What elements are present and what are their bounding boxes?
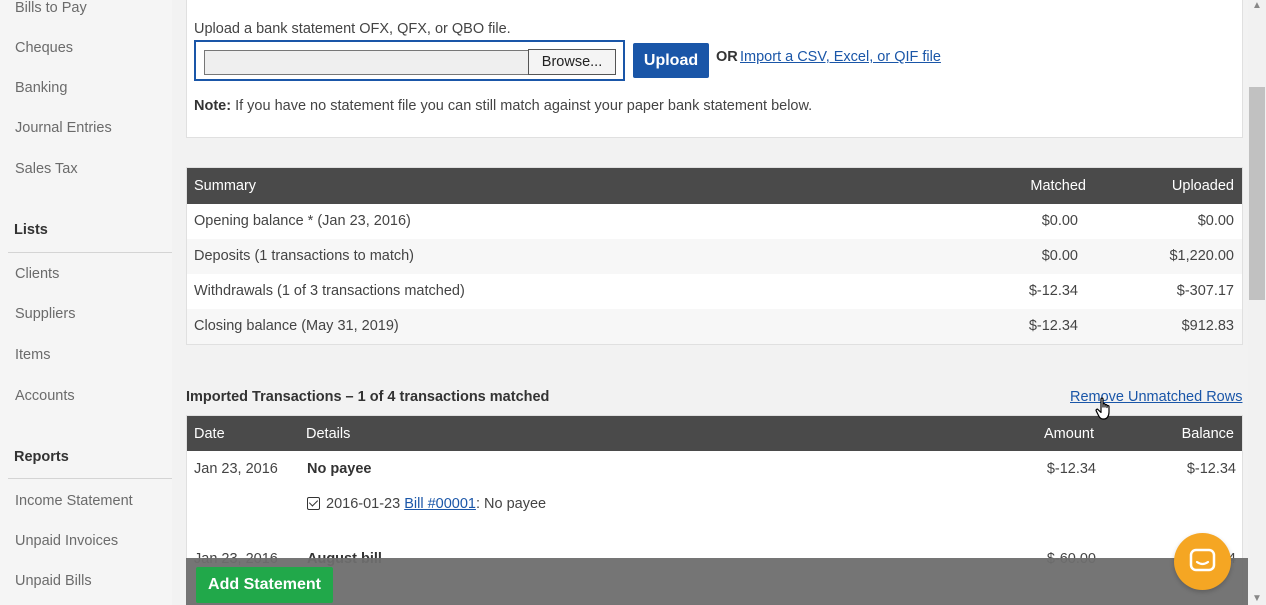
summary-row-label: Opening balance * (Jan 23, 2016) xyxy=(194,213,411,229)
hand-pointer-icon xyxy=(1095,397,1110,420)
summary-row-matched: $0.00 xyxy=(1041,213,1078,229)
summary-row-closing: Closing balance (May 31, 2019) $-12.34 $… xyxy=(187,309,1242,344)
transaction-payee: No payee xyxy=(307,461,372,477)
sidebar-item-journal-entries[interactable]: Journal Entries xyxy=(15,120,112,136)
note-label: Note: xyxy=(194,98,232,114)
bottom-action-bar xyxy=(186,558,1248,605)
file-path-field[interactable] xyxy=(204,50,529,75)
note-text: If you have no statement file you can st… xyxy=(231,98,813,114)
summary-row-deposits: Deposits (1 transactions to match) $0.00… xyxy=(187,239,1242,274)
summary-row-withdrawals: Withdrawals (1 of 3 transactions matched… xyxy=(187,274,1242,309)
chat-icon xyxy=(1189,548,1216,572)
chat-launcher-button[interactable] xyxy=(1174,533,1231,590)
balance-column-header: Balance xyxy=(1181,426,1234,442)
scroll-down-icon[interactable]: ▼ xyxy=(1250,593,1264,605)
scroll-up-icon[interactable]: ▲ xyxy=(1250,0,1264,12)
scrollbar-thumb[interactable] xyxy=(1249,87,1265,300)
details-column-header: Details xyxy=(306,426,351,442)
sidebar-item-clients[interactable]: Clients xyxy=(15,266,59,282)
sidebar-item-bills-to-pay[interactable]: Bills to Pay xyxy=(15,0,87,16)
summary-row-opening: Opening balance * (Jan 23, 2016) $0.00 $… xyxy=(187,204,1242,239)
uploaded-column-header: Uploaded xyxy=(1171,178,1234,194)
sidebar-item-suppliers[interactable]: Suppliers xyxy=(15,306,75,322)
summary-table: Summary Matched Uploaded Opening balance… xyxy=(186,167,1243,345)
matched-entry: 2016-01-23 Bill #00001: No payee xyxy=(326,496,546,512)
import-csv-link[interactable]: Import a CSV, Excel, or QIF file xyxy=(740,49,941,65)
sidebar-divider xyxy=(8,478,172,479)
summary-row-uploaded: $912.83 xyxy=(1181,318,1234,334)
matched-column-header: Matched xyxy=(1030,178,1086,194)
sidebar-item-items[interactable]: Items xyxy=(15,347,50,363)
sidebar-item-unpaid-invoices[interactable]: Unpaid Invoices xyxy=(15,533,118,549)
summary-row-uploaded: $0.00 xyxy=(1197,213,1234,229)
upload-button[interactable]: Upload xyxy=(633,43,709,78)
imported-transactions-title: Imported Transactions – 1 of 4 transacti… xyxy=(186,389,550,405)
sidebar-item-banking[interactable]: Banking xyxy=(15,80,67,96)
upload-instructions: Upload a bank statement OFX, QFX, or QBO… xyxy=(194,21,511,37)
summary-row-uploaded: $-307.17 xyxy=(1176,283,1234,299)
summary-row-matched: $0.00 xyxy=(1041,248,1078,264)
transaction-balance: $-12.34 xyxy=(1186,461,1236,477)
transactions-header-row: Date Details Amount Balance xyxy=(187,416,1242,451)
sidebar-item-cheques[interactable]: Cheques xyxy=(15,40,73,56)
upload-note: Note: If you have no statement file you … xyxy=(194,98,812,114)
bill-link[interactable]: Bill #00001 xyxy=(404,496,476,512)
summary-row-uploaded: $1,220.00 xyxy=(1169,248,1234,264)
checkbox-checked-icon[interactable] xyxy=(307,497,320,510)
or-separator: OR xyxy=(716,49,738,65)
matched-suffix: : No payee xyxy=(475,496,547,512)
sidebar-item-income-statement[interactable]: Income Statement xyxy=(15,493,133,509)
summary-row-label: Withdrawals (1 of 3 transactions matched… xyxy=(194,283,465,299)
add-statement-button[interactable]: Add Statement xyxy=(196,567,333,603)
summary-row-matched: $-12.34 xyxy=(1028,283,1078,299)
sidebar: Bills to Pay Cheques Banking Journal Ent… xyxy=(0,0,172,605)
sidebar-divider xyxy=(8,252,172,253)
summary-column-header: Summary xyxy=(194,178,257,194)
date-column-header: Date xyxy=(194,426,225,442)
sidebar-heading-reports: Reports xyxy=(14,449,69,465)
summary-row-label: Deposits (1 transactions to match) xyxy=(194,248,415,264)
transaction-date: Jan 23, 2016 xyxy=(194,461,278,477)
sidebar-item-accounts[interactable]: Accounts xyxy=(15,388,75,404)
sidebar-item-sales-tax[interactable]: Sales Tax xyxy=(15,161,78,177)
amount-column-header: Amount xyxy=(1044,426,1094,442)
summary-row-matched: $-12.34 xyxy=(1028,318,1078,334)
browse-button[interactable]: Browse... xyxy=(528,49,616,75)
sidebar-item-unpaid-bills[interactable]: Unpaid Bills xyxy=(15,573,92,589)
matched-date: 2016-01-23 xyxy=(326,496,401,512)
summary-row-label: Closing balance (May 31, 2019) xyxy=(194,318,399,334)
table-row: Jan 23, 2016 No payee $-12.34 $-12.34 20… xyxy=(187,451,1242,551)
summary-header-row: Summary Matched Uploaded xyxy=(187,168,1242,204)
sidebar-heading-lists: Lists xyxy=(14,222,48,238)
transaction-amount: $-12.34 xyxy=(1046,461,1096,477)
